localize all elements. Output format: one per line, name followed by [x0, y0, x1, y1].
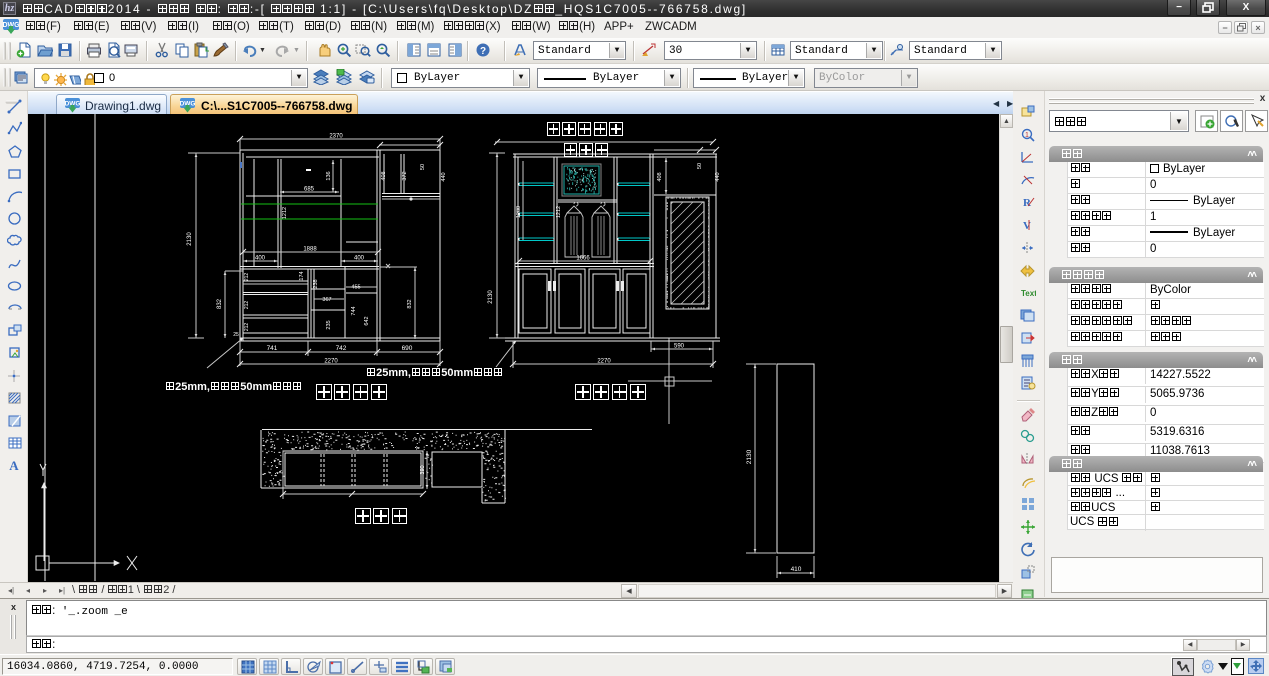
svg-text:832: 832 — [217, 298, 223, 309]
svg-text:2130: 2130 — [488, 290, 494, 304]
svg-text:238: 238 — [313, 279, 319, 288]
svg-text:455: 455 — [351, 285, 360, 291]
svg-text:742: 742 — [336, 345, 347, 352]
svg-text:212: 212 — [244, 273, 250, 282]
svg-text:2130: 2130 — [746, 449, 753, 464]
svg-text:440: 440 — [441, 172, 447, 181]
svg-text:2270: 2270 — [597, 359, 611, 365]
svg-text:V: V — [1023, 220, 1031, 232]
svg-text:1666: 1666 — [576, 256, 590, 262]
svg-text:1212: 1212 — [282, 207, 288, 219]
svg-text:372: 372 — [402, 171, 408, 180]
svg-text:690: 690 — [402, 345, 413, 352]
svg-text:400: 400 — [354, 256, 365, 262]
svg-text:Text: Text — [1021, 289, 1036, 298]
svg-text:1280: 1280 — [516, 206, 522, 218]
svg-text:235: 235 — [326, 320, 332, 329]
svg-text:50: 50 — [697, 163, 703, 169]
svg-text:685: 685 — [304, 187, 315, 193]
svg-text:408: 408 — [381, 171, 387, 180]
svg-text:A: A — [9, 458, 19, 472]
svg-text:136: 136 — [326, 171, 332, 180]
svg-text:2270: 2270 — [324, 359, 338, 365]
svg-text:50: 50 — [420, 164, 426, 170]
svg-text:25: 25 — [233, 332, 239, 338]
svg-text:741: 741 — [267, 345, 278, 352]
svg-text:642: 642 — [364, 316, 370, 325]
svg-text:212: 212 — [244, 323, 250, 332]
svg-text:410: 410 — [791, 566, 802, 573]
svg-text:744: 744 — [351, 306, 357, 315]
svg-text:367: 367 — [322, 297, 331, 303]
svg-text:1: 1 — [1025, 132, 1029, 139]
svg-text:408: 408 — [657, 172, 663, 181]
svg-text:390: 390 — [420, 465, 426, 474]
svg-text:440: 440 — [715, 172, 721, 181]
svg-text:1888: 1888 — [303, 247, 317, 253]
svg-text:832: 832 — [407, 299, 413, 308]
svg-text:?: ? — [480, 46, 486, 57]
svg-text:174: 174 — [299, 271, 305, 280]
svg-text:2370: 2370 — [329, 134, 343, 140]
svg-text:2130: 2130 — [187, 232, 193, 246]
svg-text:212: 212 — [244, 301, 250, 310]
svg-text:590: 590 — [674, 344, 685, 350]
svg-text:1212: 1212 — [556, 206, 562, 218]
svg-text:400: 400 — [255, 256, 266, 262]
